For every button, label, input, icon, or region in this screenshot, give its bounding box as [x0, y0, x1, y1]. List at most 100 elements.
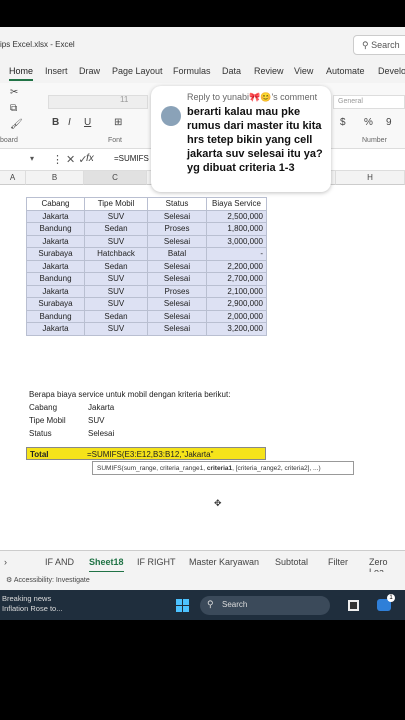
total-row[interactable]: Total =SUMIFS(E3:E12,B3:B12,"Jakarta": [26, 447, 266, 460]
table-cell[interactable]: Sedan: [84, 309, 148, 323]
search-icon: ⚲: [207, 599, 214, 609]
borders-icon[interactable]: ⊞: [114, 117, 122, 128]
table-cell[interactable]: Sedan: [84, 222, 148, 236]
table-cell[interactable]: Selesai: [147, 309, 207, 323]
criteria-label[interactable]: Cabang: [29, 403, 57, 412]
sheet-tab-active[interactable]: Sheet18: [89, 557, 124, 573]
table-cell[interactable]: 2,000,000: [206, 309, 267, 323]
table-cell[interactable]: Jakarta: [26, 209, 85, 223]
percent-icon[interactable]: %: [364, 117, 373, 128]
header-status[interactable]: Status: [147, 197, 207, 211]
formula-cancel-confirm-icons[interactable]: ⋮ ✕ ✓: [52, 153, 88, 166]
table-cell[interactable]: 3,000,000: [206, 234, 267, 248]
table-cell[interactable]: SUV: [84, 297, 148, 311]
table-cell[interactable]: Jakarta: [26, 259, 85, 273]
table-cell[interactable]: Jakarta: [26, 322, 85, 336]
table-cell[interactable]: SUV: [84, 272, 148, 286]
criteria-value[interactable]: Selesai: [88, 429, 114, 438]
table-cell[interactable]: 2,900,000: [206, 297, 267, 311]
table-cell[interactable]: Hatchback: [84, 247, 148, 261]
format-painter-icon[interactable]: 🖌: [10, 119, 23, 130]
criteria-value[interactable]: SUV: [88, 416, 104, 425]
windows-start-icon[interactable]: [176, 599, 189, 612]
name-box-dropdown-icon[interactable]: ▾: [30, 154, 34, 163]
table-cell[interactable]: Jakarta: [26, 284, 85, 298]
font-size-box[interactable]: 11: [120, 95, 128, 104]
tab-home[interactable]: Home: [9, 66, 34, 81]
table-cell[interactable]: Selesai: [147, 259, 207, 273]
copy-icon[interactable]: ⧉: [10, 103, 17, 114]
table-cell[interactable]: Bandung: [26, 222, 85, 236]
table-cell[interactable]: Sedan: [84, 259, 148, 273]
taskbar-search[interactable]: ⚲ Search: [200, 596, 330, 615]
criteria-value[interactable]: Jakarta: [88, 403, 114, 412]
search-box[interactable]: ⚲ Search: [353, 35, 405, 55]
table-cell[interactable]: 2,500,000: [206, 209, 267, 223]
table-cell[interactable]: Proses: [147, 222, 207, 236]
sheet-scroll-icon[interactable]: ›: [4, 557, 7, 567]
number-format-box[interactable]: General: [333, 95, 405, 109]
tab-page-layout[interactable]: Page Layout: [112, 66, 163, 76]
tab-draw[interactable]: Draw: [79, 66, 100, 76]
table-cell[interactable]: SUV: [84, 209, 148, 223]
underline-icon[interactable]: U: [84, 117, 91, 128]
header-biaya-service[interactable]: Biaya Service: [206, 197, 267, 211]
table-cell[interactable]: Selesai: [147, 209, 207, 223]
table-cell[interactable]: Selesai: [147, 272, 207, 286]
tab-developer[interactable]: Develo: [378, 66, 405, 76]
comma-style-icon[interactable]: 9: [386, 117, 392, 128]
header-tipe-mobil[interactable]: Tipe Mobil: [84, 197, 148, 211]
tiktok-comment-bubble: Reply to yunabi🎀😊's comment berarti kala…: [151, 86, 331, 192]
table-cell[interactable]: Bandung: [26, 272, 85, 286]
tab-automate[interactable]: Automate: [326, 66, 365, 76]
cut-icon[interactable]: ✂: [10, 87, 18, 98]
ribbon-tabs: Home Insert Draw Page Layout Formulas Da…: [0, 61, 405, 83]
table-cell[interactable]: SUV: [84, 322, 148, 336]
table-cell[interactable]: Selesai: [147, 234, 207, 248]
table-cell[interactable]: 1,800,000: [206, 222, 267, 236]
table-cell[interactable]: 2,100,000: [206, 284, 267, 298]
tab-review[interactable]: Review: [254, 66, 284, 76]
italic-icon[interactable]: I: [68, 117, 71, 128]
table-cell[interactable]: Batal: [147, 247, 207, 261]
sheet-tab[interactable]: Filter: [328, 557, 348, 567]
sheet-tab[interactable]: IF AND: [45, 557, 74, 567]
column-header-b[interactable]: B: [26, 171, 84, 185]
column-header-h[interactable]: H: [336, 171, 405, 185]
accessibility-status[interactable]: Accessibility: Investigate: [14, 577, 90, 584]
table-cell[interactable]: Proses: [147, 284, 207, 298]
criteria-label[interactable]: Tipe Mobil: [29, 416, 66, 425]
table-cell[interactable]: Bandung: [26, 309, 85, 323]
table-cell[interactable]: Jakarta: [26, 234, 85, 248]
tab-data[interactable]: Data: [222, 66, 241, 76]
column-header-c[interactable]: C: [84, 171, 147, 185]
table-cell[interactable]: Selesai: [147, 322, 207, 336]
tab-formulas[interactable]: Formulas: [173, 66, 211, 76]
tab-insert[interactable]: Insert: [45, 66, 68, 76]
bold-icon[interactable]: B: [52, 117, 59, 128]
table-cell[interactable]: SUV: [84, 284, 148, 298]
font-name-box[interactable]: [48, 95, 148, 109]
sheet-tab[interactable]: Master Karyawan: [189, 557, 259, 567]
table-cell[interactable]: -: [206, 247, 267, 261]
news-widget[interactable]: Breaking news Inflation Rose to...: [2, 594, 62, 614]
question-prompt[interactable]: Berapa biaya service untuk mobil dengan …: [29, 390, 230, 399]
total-formula-cell[interactable]: =SUMIFS(E3:E12,B3:B12,"Jakarta": [87, 450, 213, 459]
table-cell[interactable]: SUV: [84, 234, 148, 248]
sheet-tab[interactable]: IF RIGHT: [137, 557, 176, 567]
table-cell[interactable]: Surabaya: [26, 297, 85, 311]
column-header-a[interactable]: A: [0, 171, 26, 185]
criteria-label[interactable]: Status: [29, 429, 52, 438]
sheet-tab[interactable]: Subtotal: [275, 557, 308, 567]
header-cabang[interactable]: Cabang: [26, 197, 85, 211]
insert-function-icon[interactable]: fx: [86, 153, 94, 164]
formula-input[interactable]: =SUMIFS: [114, 154, 149, 163]
table-cell[interactable]: Selesai: [147, 297, 207, 311]
table-cell[interactable]: Surabaya: [26, 247, 85, 261]
tab-view[interactable]: View: [294, 66, 313, 76]
app-icon[interactable]: [348, 600, 359, 611]
currency-icon[interactable]: $: [340, 117, 346, 128]
table-cell[interactable]: 2,700,000: [206, 272, 267, 286]
table-cell[interactable]: 3,200,000: [206, 322, 267, 336]
table-cell[interactable]: 2,200,000: [206, 259, 267, 273]
